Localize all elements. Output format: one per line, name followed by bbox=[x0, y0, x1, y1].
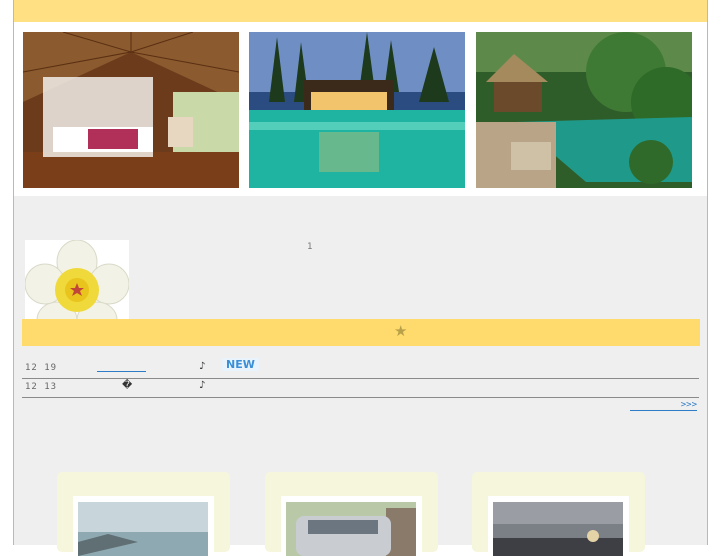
news-glyph: � bbox=[122, 380, 133, 391]
news-date: 12 13 bbox=[25, 382, 58, 392]
intro-number: 1 bbox=[307, 242, 313, 252]
hero-image-bedroom[interactable] bbox=[23, 32, 239, 188]
page-frame: 1 ★ 12 19 ♪ NEW 12 13 � ♪ >>> bbox=[13, 0, 708, 556]
feature-card-sunset[interactable] bbox=[472, 472, 645, 556]
hero-image-pool-night[interactable] bbox=[249, 32, 465, 188]
star-icon: ★ bbox=[394, 322, 408, 340]
hero-image-jungle-pool[interactable] bbox=[476, 32, 692, 188]
news-link[interactable] bbox=[97, 360, 146, 372]
news-header-bar: ★ bbox=[22, 319, 700, 346]
hero-gallery bbox=[14, 22, 707, 196]
card-thumbnail bbox=[488, 496, 629, 556]
music-note-icon: ♪ bbox=[199, 380, 206, 391]
music-note-icon: ♪ bbox=[199, 361, 206, 372]
feature-card-car[interactable] bbox=[265, 472, 438, 556]
new-badge: NEW bbox=[222, 358, 259, 371]
news-date: 12 19 bbox=[25, 363, 58, 373]
card-thumbnail bbox=[281, 496, 422, 556]
more-news-link[interactable]: >>> bbox=[630, 400, 697, 411]
news-item: 12 19 ♪ NEW bbox=[22, 358, 699, 379]
news-item: 12 13 � ♪ bbox=[22, 378, 699, 398]
feature-card-coast[interactable] bbox=[57, 472, 230, 556]
top-bar bbox=[14, 0, 707, 22]
card-thumbnail bbox=[73, 496, 214, 556]
